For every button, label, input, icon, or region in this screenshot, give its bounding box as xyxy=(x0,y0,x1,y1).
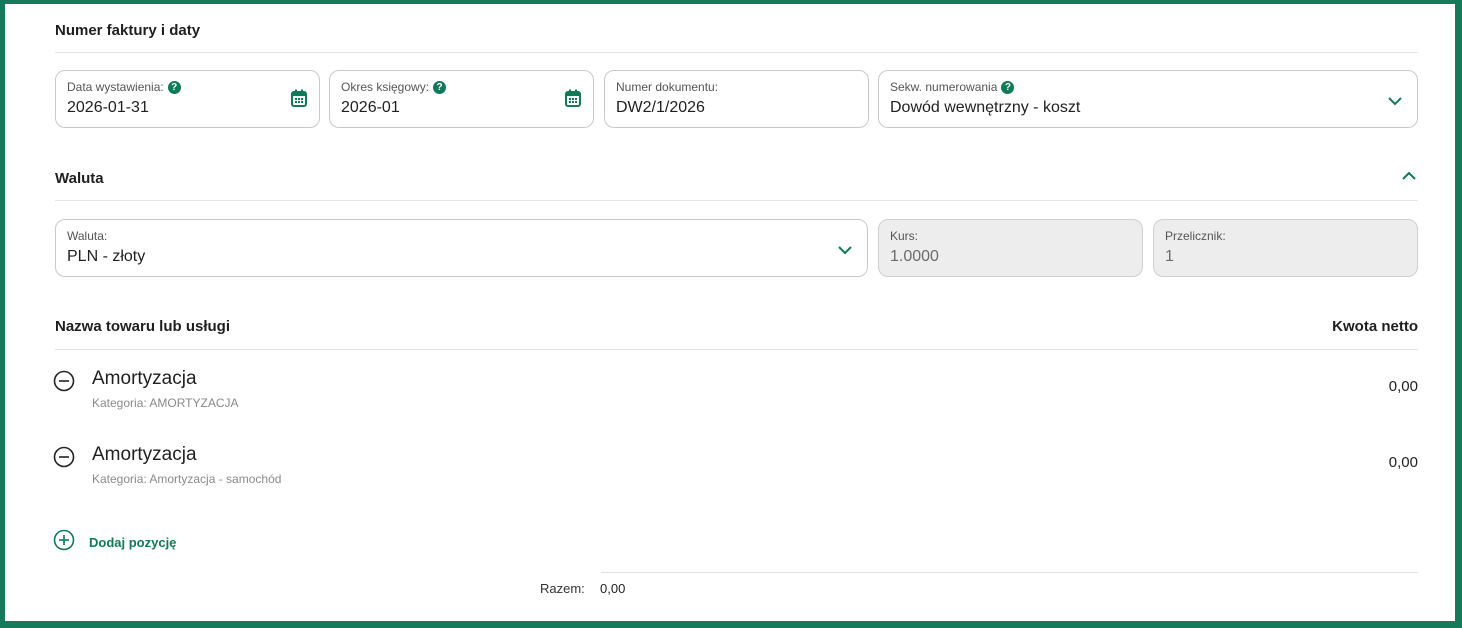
currency-value: PLN - złoty xyxy=(67,248,146,265)
divider xyxy=(55,200,1418,201)
issue-date-value: 2026-01-31 xyxy=(67,99,149,116)
total-label: Razem: xyxy=(540,581,585,596)
rate-value: 1.0000 xyxy=(890,248,939,265)
item-name: Amortyzacja xyxy=(92,444,197,465)
remove-circle-icon[interactable] xyxy=(53,446,75,473)
section-title-invoice: Numer faktury i daty xyxy=(55,22,201,39)
list-item: Amortyzacja Kategoria: Amortyzacja - sam… xyxy=(53,442,1418,502)
numbering-sequence-value: Dowód wewnętrzny - koszt xyxy=(890,99,1081,116)
divider xyxy=(55,52,1418,53)
total-value: 0,00 xyxy=(600,581,626,596)
document-number-field[interactable]: Numer dokumentu: DW2/1/2026 xyxy=(604,70,869,128)
currency-label: Waluta: xyxy=(67,229,108,243)
issue-date-field[interactable]: Data wystawienia: ? 2026-01-31 xyxy=(55,70,320,128)
converter-value: 1 xyxy=(1165,248,1174,265)
accounting-period-value: 2026-01 xyxy=(341,99,400,116)
item-category: Kategoria: AMORTYZACJA xyxy=(92,396,239,410)
add-item-button[interactable]: Dodaj pozycję xyxy=(53,529,176,556)
rate-label: Kurs: xyxy=(890,229,919,243)
add-circle-icon xyxy=(53,529,75,556)
chevron-up-icon[interactable] xyxy=(1401,168,1417,186)
form-panel: Numer faktury i daty Data wystawienia: ?… xyxy=(5,4,1455,621)
chevron-down-icon[interactable] xyxy=(1387,93,1403,111)
column-header-name: Nazwa towaru lub usługi xyxy=(55,318,231,335)
chevron-down-icon[interactable] xyxy=(837,242,853,260)
help-icon[interactable]: ? xyxy=(433,80,447,94)
divider xyxy=(601,572,1418,573)
issue-date-label: Data wystawienia: xyxy=(67,80,164,94)
column-header-amount: Kwota netto xyxy=(1332,318,1418,335)
item-amount[interactable]: 0,00 xyxy=(1389,454,1418,471)
currency-select[interactable]: Waluta: PLN - złoty xyxy=(55,219,868,277)
accounting-period-field[interactable]: Okres księgowy: ? 2026-01 xyxy=(329,70,594,128)
converter-field: Przelicznik: 1 xyxy=(1153,219,1418,277)
remove-circle-icon[interactable] xyxy=(53,370,75,397)
document-number-value: DW2/1/2026 xyxy=(616,99,705,116)
item-name: Amortyzacja xyxy=(92,368,197,389)
calendar-icon[interactable] xyxy=(565,89,581,112)
accounting-period-label: Okres księgowy: xyxy=(341,80,430,94)
list-item: Amortyzacja Kategoria: AMORTYZACJA 0,00 xyxy=(53,366,1418,426)
item-amount[interactable]: 0,00 xyxy=(1389,378,1418,395)
calendar-icon[interactable] xyxy=(291,89,307,112)
numbering-sequence-select[interactable]: Sekw. numerowania ? Dowód wewnętrzny - k… xyxy=(878,70,1418,128)
section-title-currency: Waluta xyxy=(55,170,104,187)
help-icon[interactable]: ? xyxy=(167,80,181,94)
divider xyxy=(55,349,1418,350)
add-item-label: Dodaj pozycję xyxy=(89,535,177,550)
converter-label: Przelicznik: xyxy=(1165,229,1226,243)
item-category: Kategoria: Amortyzacja - samochód xyxy=(92,472,282,486)
help-icon[interactable]: ? xyxy=(1001,80,1015,94)
numbering-sequence-label: Sekw. numerowania xyxy=(890,80,998,94)
document-number-label: Numer dokumentu: xyxy=(616,80,719,94)
rate-field: Kurs: 1.0000 xyxy=(878,219,1143,277)
